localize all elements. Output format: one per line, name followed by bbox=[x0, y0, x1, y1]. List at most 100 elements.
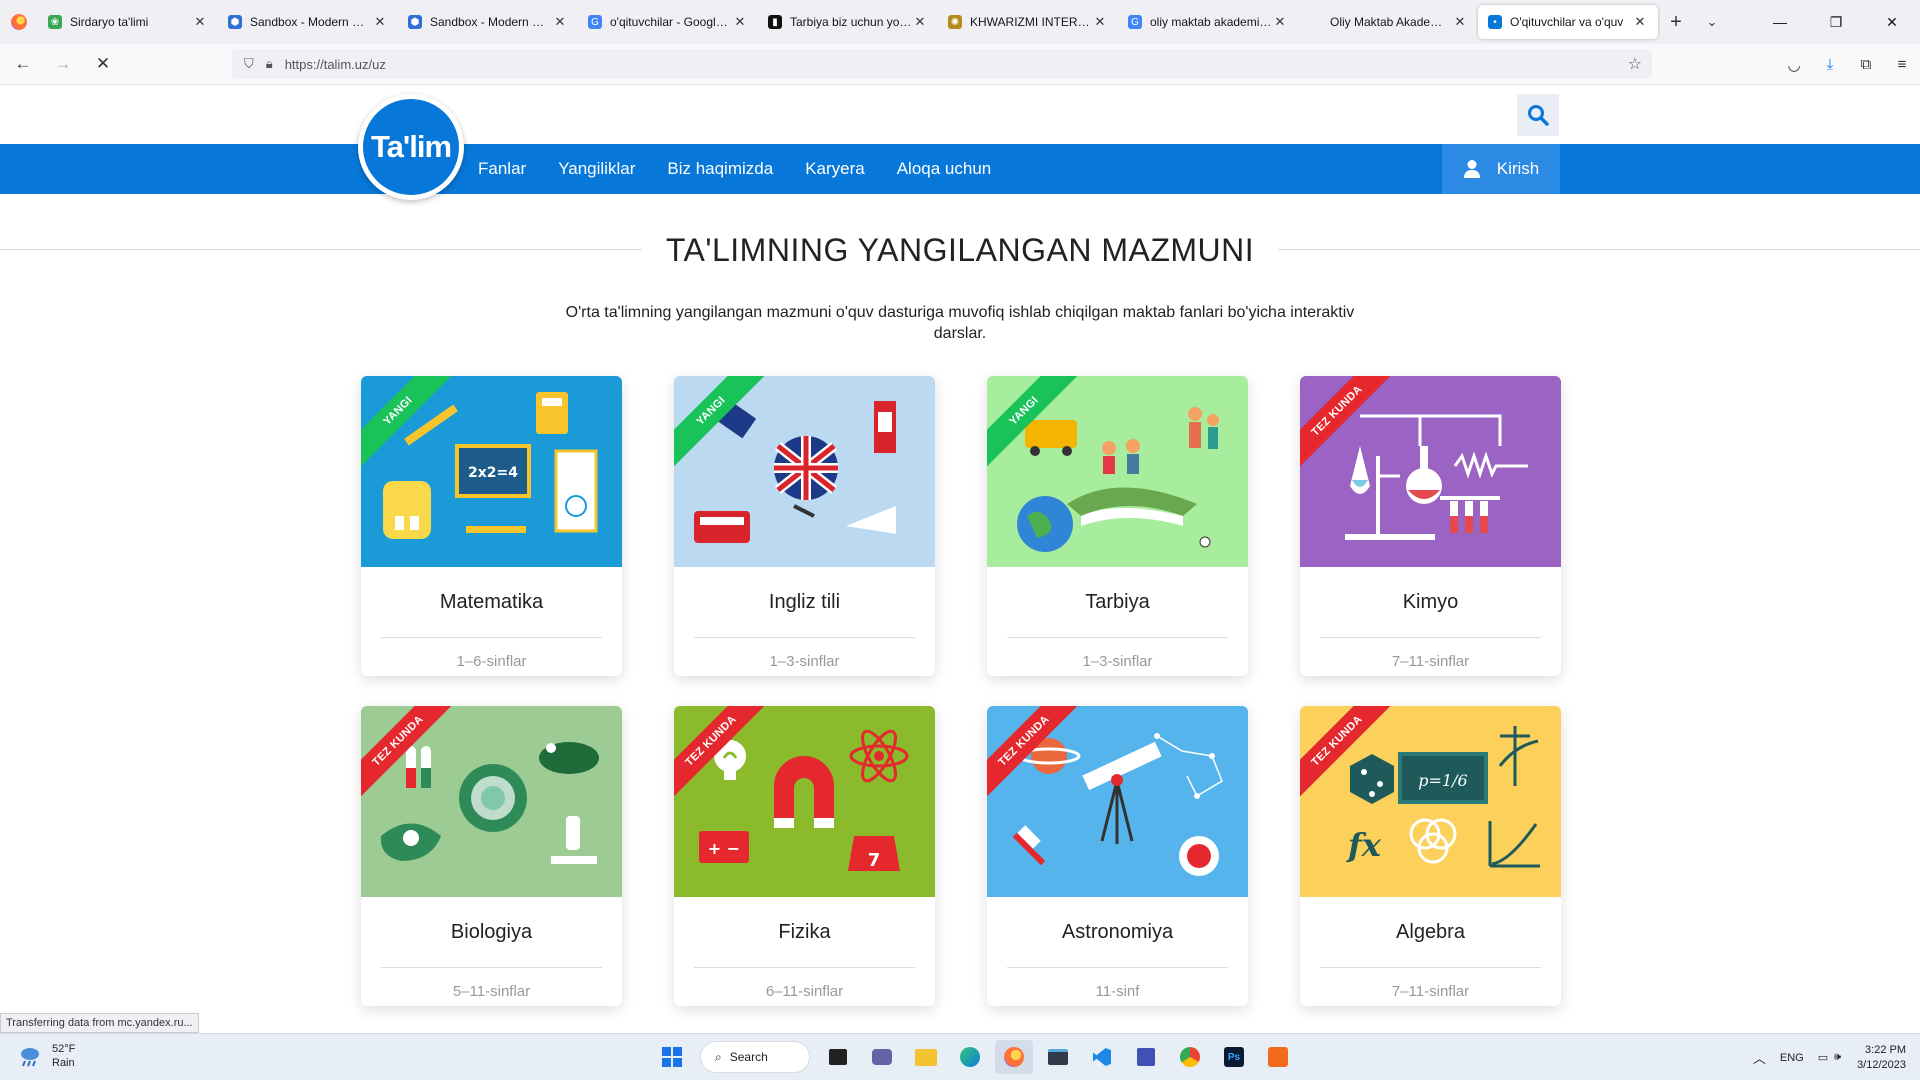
weather-widget[interactable]: 52°F Rain bbox=[18, 1042, 75, 1070]
browser-tab[interactable]: ✺ KHWARIZMI INTERNAT ✕ bbox=[938, 5, 1118, 39]
lock-icon[interactable]: 🔒︎ bbox=[266, 56, 273, 72]
main-menu: Fanlar Yangiliklar Biz haqimizda Karyera… bbox=[462, 144, 1007, 194]
tab-close-icon[interactable]: ✕ bbox=[1272, 14, 1288, 30]
new-tab-button[interactable]: + bbox=[1658, 5, 1694, 39]
menu-icon[interactable]: ≡ bbox=[1884, 50, 1920, 80]
vscode-icon[interactable] bbox=[1083, 1040, 1121, 1074]
tab-close-icon[interactable]: ✕ bbox=[1452, 14, 1468, 30]
tab-close-icon[interactable]: ✕ bbox=[372, 14, 388, 30]
restore-button[interactable]: ❐ bbox=[1808, 0, 1864, 44]
app-icon[interactable] bbox=[1127, 1040, 1165, 1074]
navigation-toolbar: ← → ✕ ⛉ 🔒︎ https://talim.uz/uz ☆ ◡ ⤓ ⧉ ≡ bbox=[0, 44, 1920, 85]
file-explorer-icon[interactable] bbox=[907, 1040, 945, 1074]
menu-yangiliklar[interactable]: Yangiliklar bbox=[542, 159, 651, 179]
terminal-icon[interactable] bbox=[1039, 1040, 1077, 1074]
tab-strip: ❀ Sirdaryo ta'limi ✕ ⬢ Sandbox - Modern & M ✕… bbox=[0, 0, 1920, 44]
stop-loading-button[interactable]: ✕ bbox=[86, 49, 120, 79]
pocket-icon[interactable]: ◡ bbox=[1776, 50, 1812, 80]
language-indicator[interactable]: ENG bbox=[1780, 1052, 1804, 1064]
shield-icon[interactable]: ⛉ bbox=[244, 56, 254, 72]
course-grades: 5–11-sinflar bbox=[452, 983, 531, 1000]
browser-tab[interactable]: ❀ Sirdaryo ta'limi ✕ bbox=[38, 5, 218, 39]
site-search-button[interactable] bbox=[1517, 94, 1559, 136]
course-name[interactable]: Tarbiya bbox=[987, 591, 1248, 614]
firefox-taskbar-icon[interactable] bbox=[995, 1040, 1033, 1074]
task-view-icon[interactable] bbox=[819, 1040, 857, 1074]
extensions-icon[interactable]: ⧉ bbox=[1848, 50, 1884, 80]
taskbar-search[interactable]: ⌕ Search bbox=[700, 1041, 810, 1073]
course-name[interactable]: Fizika bbox=[674, 921, 935, 944]
title-divider-right bbox=[1260, 249, 1920, 250]
tab-close-icon[interactable]: ✕ bbox=[1092, 14, 1108, 30]
tab-close-icon[interactable]: ✕ bbox=[912, 14, 928, 30]
tab-favicon-icon: ▮ bbox=[768, 15, 782, 29]
photoshop-icon[interactable]: Ps bbox=[1215, 1040, 1253, 1074]
tab-close-icon[interactable]: ✕ bbox=[192, 14, 208, 30]
course-card[interactable]: 2x2=4 YANGI Matematika 1–6-sinflar bbox=[361, 376, 622, 676]
tab-close-icon[interactable]: ✕ bbox=[732, 14, 748, 30]
site-header bbox=[0, 85, 1920, 144]
browser-tab[interactable]: ⬢ Sandbox - Modern & M ✕ bbox=[218, 5, 398, 39]
browser-tab[interactable]: • O'qituvchilar va o'quv ✕ bbox=[1478, 5, 1658, 39]
svg-text:+ −: + − bbox=[708, 839, 740, 858]
start-icon[interactable] bbox=[653, 1040, 691, 1074]
tab-favicon-icon: ✺ bbox=[948, 15, 962, 29]
card-divider bbox=[694, 637, 915, 638]
course-name[interactable]: Ingliz tili bbox=[674, 591, 935, 614]
site-logo[interactable]: Ta'lim bbox=[358, 94, 464, 200]
course-name[interactable]: Algebra bbox=[1300, 921, 1561, 944]
course-card[interactable]: YANGI Ingliz tili 1–3-sinflar bbox=[674, 376, 935, 676]
tab-close-icon[interactable]: ✕ bbox=[1632, 14, 1648, 30]
course-card[interactable]: TEZ KUNDA Astronomiya 11-sinf bbox=[987, 706, 1248, 1006]
url-text[interactable]: https://talim.uz/uz bbox=[285, 57, 386, 72]
course-name[interactable]: Biologiya bbox=[361, 921, 622, 944]
browser-tab[interactable]: ⬢ Sandbox - Modern & M ✕ bbox=[398, 5, 578, 39]
menu-fanlar[interactable]: Fanlar bbox=[462, 159, 542, 179]
tab-title: o'qituvchilar - Google S bbox=[610, 15, 732, 29]
menu-biz-haqimizda[interactable]: Biz haqimizda bbox=[651, 159, 789, 179]
chrome-icon[interactable] bbox=[1171, 1040, 1209, 1074]
chevron-up-icon[interactable]: ︿ bbox=[1753, 1048, 1766, 1067]
close-window-button[interactable]: ✕ bbox=[1864, 0, 1920, 44]
course-card[interactable]: + −7 TEZ KUNDA Fizika 6–11-sinflar bbox=[674, 706, 935, 1006]
course-grades: 6–11-sinflar bbox=[765, 983, 844, 1000]
bookmark-star-icon[interactable]: ☆ bbox=[1628, 54, 1642, 74]
browser-tab[interactable]: Go'qituvchilar - Google S ✕ bbox=[578, 5, 758, 39]
list-all-tabs-button[interactable]: ⌄ bbox=[1694, 5, 1730, 39]
rain-cloud-icon bbox=[21, 1048, 39, 1067]
menu-karyera[interactable]: Karyera bbox=[789, 159, 881, 179]
clock[interactable]: 3:22 PM 3/12/2023 bbox=[1857, 1043, 1906, 1073]
edge-icon[interactable] bbox=[951, 1040, 989, 1074]
downloads-icon[interactable]: ⤓ bbox=[1812, 50, 1848, 80]
card-divider bbox=[381, 967, 602, 968]
volume-icon[interactable]: 🕪︎ bbox=[1834, 1051, 1841, 1064]
tab-title: KHWARIZMI INTERNAT bbox=[970, 15, 1092, 29]
course-card[interactable]: YANGI Tarbiya 1–3-sinflar bbox=[987, 376, 1248, 676]
title-divider-left bbox=[0, 249, 660, 250]
course-card[interactable]: TEZ KUNDA Biologiya 5–11-sinflar bbox=[361, 706, 622, 1006]
browser-tab[interactable]: Goliy maktab akademiya ✕ bbox=[1118, 5, 1298, 39]
course-name[interactable]: Kimyo bbox=[1300, 591, 1561, 614]
tab-title: Oliy Maktab Akademiyasi bbox=[1330, 15, 1452, 29]
minimize-button[interactable]: — bbox=[1752, 0, 1808, 44]
forward-button[interactable]: → bbox=[46, 49, 80, 79]
address-bar[interactable]: ⛉ 🔒︎ https://talim.uz/uz ☆ bbox=[232, 49, 1652, 79]
app-orange-icon[interactable] bbox=[1259, 1040, 1297, 1074]
course-card[interactable]: p=1/6 fx TEZ KUNDA Algebra 7–11-sinflar bbox=[1300, 706, 1561, 1006]
tab-favicon-icon: ⬢ bbox=[228, 15, 242, 29]
course-name[interactable]: Astronomiya bbox=[987, 921, 1248, 944]
course-name[interactable]: Matematika bbox=[361, 591, 622, 614]
teams-chat-icon[interactable] bbox=[863, 1040, 901, 1074]
back-button[interactable]: ← bbox=[6, 49, 40, 79]
course-card[interactable]: TEZ KUNDA Kimyo 7–11-sinflar bbox=[1300, 376, 1561, 676]
tab-close-icon[interactable]: ✕ bbox=[552, 14, 568, 30]
firefox-icon[interactable] bbox=[0, 0, 38, 44]
login-button[interactable]: Kirish bbox=[1442, 144, 1560, 194]
network-icon[interactable]: ▭ bbox=[1818, 1051, 1828, 1064]
tab-favicon-icon: G bbox=[588, 15, 602, 29]
menu-aloqa-uchun[interactable]: Aloqa uchun bbox=[881, 159, 1008, 179]
browser-tab[interactable]: Oliy Maktab Akademiyasi ✕ bbox=[1298, 5, 1478, 39]
browser-tab[interactable]: ▮ Tarbiya biz uchun yo ha ✕ bbox=[758, 5, 938, 39]
windows-taskbar: 52°F Rain ⌕ Search Ps ︿ ENG ▭ 🕪︎ 3:22 PM… bbox=[0, 1033, 1920, 1080]
tab-favicon-icon bbox=[1308, 15, 1322, 29]
